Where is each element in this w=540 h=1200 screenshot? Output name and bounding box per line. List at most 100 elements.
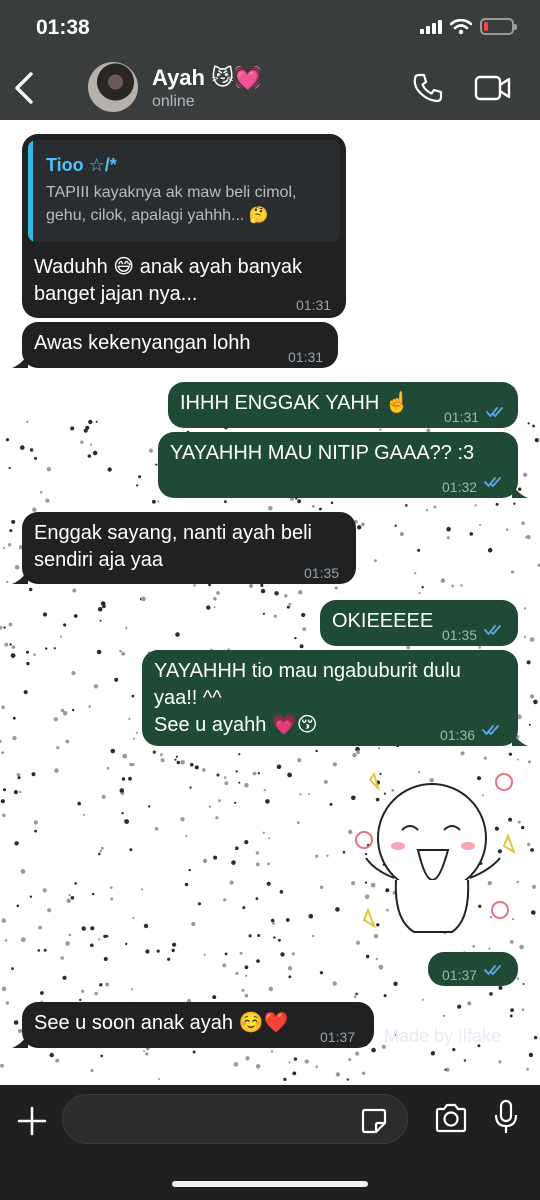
wallpaper-dot — [238, 781, 241, 784]
wallpaper-dot — [119, 788, 125, 793]
wallpaper-dot — [143, 1050, 145, 1053]
wallpaper-dot — [174, 758, 177, 761]
read-receipt-icon — [484, 477, 501, 488]
wallpaper-dot — [315, 1065, 319, 1068]
wallpaper-dot — [335, 907, 340, 912]
wallpaper-dot — [304, 1059, 309, 1064]
wallpaper-dot — [371, 1047, 376, 1053]
message-text: Awas kekenyangan lohh — [34, 332, 251, 354]
wallpaper-dot — [110, 897, 114, 901]
wallpaper-dot — [4, 939, 8, 942]
wallpaper-dot — [406, 645, 411, 650]
wallpaper-dot — [213, 855, 218, 860]
wallpaper-dot — [110, 886, 113, 889]
wallpaper-dot — [90, 943, 94, 948]
message-bubble-incoming[interactable]: Enggak sayang, nanti ayah beli sendiri a… — [22, 512, 356, 584]
wallpaper-dot — [267, 862, 270, 866]
message-bubble-outgoing[interactable]: YAYAHHH tio mau ngabuburit dulu yaa!! ^^… — [142, 650, 518, 746]
message-list[interactable]: Tioo ☆/* TAPIII kayaknya ak maw beli cim… — [0, 120, 540, 1085]
wallpaper-dot — [335, 1072, 341, 1077]
wallpaper-dot — [29, 448, 34, 452]
wallpaper-dot — [26, 420, 29, 423]
wallpaper-dot — [85, 425, 90, 430]
wallpaper-dot — [107, 467, 112, 472]
wallpaper-dot — [2, 813, 6, 818]
quoted-message[interactable]: Tioo ☆/* TAPIII kayaknya ak maw beli cim… — [28, 140, 340, 242]
wallpaper-dot — [329, 802, 333, 806]
wallpaper-dot — [49, 1052, 54, 1058]
camera-icon[interactable] — [434, 1103, 468, 1133]
wallpaper-dot — [100, 1054, 103, 1058]
microphone-icon[interactable] — [494, 1099, 518, 1135]
wallpaper-dot — [516, 977, 520, 980]
read-receipt-icon — [484, 965, 501, 976]
avatar[interactable] — [88, 62, 138, 112]
wallpaper-dot — [103, 934, 107, 938]
wallpaper-dot — [140, 888, 144, 891]
wallpaper-dot — [121, 812, 124, 815]
wallpaper-dot — [42, 612, 48, 617]
wallpaper-dot — [180, 817, 185, 822]
wallpaper-dot — [262, 612, 265, 615]
wallpaper-dot — [192, 1050, 196, 1054]
wallpaper-dot — [425, 509, 429, 512]
wallpaper-dot — [414, 572, 417, 575]
wallpaper-dot — [68, 893, 71, 897]
wallpaper-dot — [19, 790, 22, 794]
wallpaper-dot — [526, 535, 531, 540]
back-chevron-icon[interactable] — [12, 70, 36, 106]
wallpaper-dot — [430, 1051, 436, 1056]
signal-icon — [420, 19, 442, 34]
wallpaper-dot — [160, 758, 165, 763]
wallpaper-dot — [255, 897, 259, 900]
wallpaper-dot — [308, 792, 311, 795]
message-bubble-incoming[interactable]: Awas kekenyangan lohh 01:31 — [22, 322, 338, 368]
message-bubble-outgoing[interactable]: OKIEEEEE 01:35 — [320, 600, 518, 646]
wallpaper-dot — [202, 858, 208, 864]
wallpaper-dot — [288, 1061, 291, 1064]
wallpaper-dot — [280, 952, 285, 957]
wallpaper-dot — [100, 846, 104, 850]
phone-icon[interactable] — [412, 72, 444, 104]
message-bubble-outgoing[interactable]: YAYAHHH MAU NITIP GAAA?? :3 01:32 — [158, 432, 518, 498]
wallpaper-dot — [224, 500, 227, 503]
wallpaper-dot — [297, 499, 301, 504]
wallpaper-dot — [97, 607, 103, 612]
wallpaper-dot — [70, 426, 75, 431]
wallpaper-dot — [332, 762, 337, 767]
video-camera-icon[interactable] — [474, 74, 512, 102]
wallpaper-dot — [460, 584, 463, 587]
message-bubble-incoming[interactable]: Tioo ☆/* TAPIII kayaknya ak maw beli cim… — [22, 134, 346, 318]
wallpaper-dot — [244, 993, 249, 998]
message-bubble-outgoing[interactable]: IHHH ENGGAK YAHH ☝️ 01:31 — [168, 382, 518, 428]
wallpaper-dot — [38, 925, 42, 930]
wallpaper-dot — [206, 605, 211, 610]
bubble-tail — [12, 1034, 28, 1048]
plus-icon[interactable] — [16, 1105, 48, 1137]
wallpaper-dot — [498, 985, 503, 990]
wallpaper-dot — [356, 750, 360, 754]
sticker-icon[interactable] — [360, 1107, 388, 1135]
wallpaper-dot — [0, 799, 5, 804]
message-input[interactable] — [62, 1094, 408, 1144]
wallpaper-dot — [245, 1056, 250, 1061]
happy-cartoon-sticker[interactable] — [344, 760, 534, 950]
bubble-tail — [12, 570, 28, 584]
wallpaper-dot — [255, 851, 260, 855]
wallpaper-dot — [418, 591, 421, 595]
wallpaper-dot — [160, 753, 163, 757]
wallpaper-dot — [440, 578, 446, 583]
status-time: 01:38 — [36, 16, 90, 39]
message-text: YAYAHHH MAU NITIP GAAA?? :3 — [170, 442, 475, 464]
wallpaper-dot — [268, 506, 273, 511]
wallpaper-dot — [172, 942, 177, 947]
message-bubble-incoming[interactable]: See u soon anak ayah ☺️❤️ 01:37 — [22, 1002, 374, 1048]
wallpaper-dot — [509, 1014, 513, 1018]
wallpaper-dot — [319, 507, 322, 511]
message-time: 01:37 — [442, 967, 478, 983]
wallpaper-dot — [3, 788, 6, 792]
wallpaper-dot — [128, 776, 132, 781]
contact-name[interactable]: Ayah 😼💓 — [152, 65, 261, 91]
wallpaper-dot — [125, 942, 128, 946]
wallpaper-dot — [263, 788, 266, 792]
